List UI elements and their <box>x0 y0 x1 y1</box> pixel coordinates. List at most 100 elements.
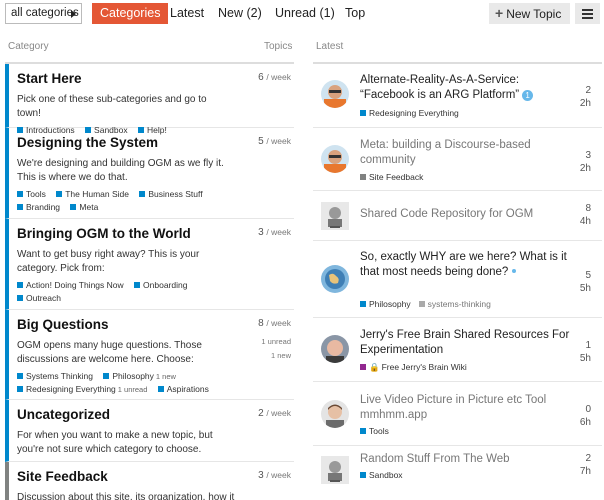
tab-top[interactable]: Top <box>345 3 365 24</box>
topic-tag[interactable]: systems-thinking <box>428 299 491 309</box>
topics-column-header: Topics <box>264 41 293 52</box>
topic-row[interactable]: Shared Code Repository for OGM 8 4h <box>313 191 602 241</box>
category-description: Discussion about this site, its organiza… <box>17 492 235 500</box>
topics-per-week: 2 / week <box>258 408 291 419</box>
new-topic-dot <box>512 269 517 273</box>
subcategory-philosophy[interactable]: Philosophy 1 new <box>103 370 176 383</box>
activity-age[interactable]: 5h <box>580 282 591 295</box>
category-name[interactable]: Designing the System <box>17 134 294 152</box>
subcategory-action[interactable]: Action! Doing Things Now <box>17 279 124 292</box>
topic-row[interactable]: So, exactly WHY are we here? What is it … <box>313 241 602 318</box>
topics-per-week: 3 / week <box>258 227 291 238</box>
activity-age[interactable]: 5h <box>580 352 591 365</box>
hamburger-icon <box>582 9 593 11</box>
topic-category[interactable]: Philosophy systems-thinking <box>360 299 491 309</box>
tab-new[interactable]: New (2) <box>218 3 262 24</box>
topic-title[interactable]: Jerry's Free Brain Shared Resources For … <box>360 328 570 358</box>
topics-per-week: 6 / week <box>258 72 291 83</box>
activity-age[interactable]: 2h <box>580 97 591 110</box>
category-description: We're designing and building OGM as we f… <box>17 158 224 183</box>
topic-title[interactable]: Shared Code Repository for OGM <box>360 207 570 222</box>
category-uncategorized[interactable]: Uncategorized For when you want to make … <box>5 400 294 462</box>
subcategory-outreach[interactable]: Outreach <box>17 292 61 305</box>
latest-topic-list: Alternate-Reality-As-A-Service: “Faceboo… <box>313 62 602 494</box>
activity-age[interactable]: 7h <box>580 465 591 478</box>
topic-stats: 2 7h <box>580 452 591 478</box>
category-big-questions[interactable]: Big Questions OGM opens many huge questi… <box>5 310 294 400</box>
subcategory-the-human-side[interactable]: The Human Side <box>56 188 129 201</box>
plus-icon: + <box>495 5 504 21</box>
topic-title[interactable]: Live Video Picture in Picture etc Tool m… <box>360 393 570 423</box>
subcategory-aspirations[interactable]: Aspirations <box>157 383 209 396</box>
subcategory-business-stuff[interactable]: Business Stuff <box>139 188 203 201</box>
sketch-portrait-icon <box>321 456 349 484</box>
category-description: Pick one of these sub-categories and go … <box>17 94 207 119</box>
category-bringing-ogm-to-the-world[interactable]: Bringing OGM to the World Want to get bu… <box>5 219 294 310</box>
topic-title[interactable]: So, exactly WHY are we here? What is it … <box>360 250 570 280</box>
topic-row[interactable]: Live Video Picture in Picture etc Tool m… <box>313 382 602 446</box>
topic-row[interactable]: Alternate-Reality-As-A-Service: “Faceboo… <box>313 64 602 128</box>
category-name[interactable]: Site Feedback <box>17 468 294 486</box>
subcategory-meta[interactable]: Meta <box>70 201 98 214</box>
subcategory-tools[interactable]: Tools <box>17 188 46 201</box>
category-new-count[interactable]: 1 new <box>271 351 291 360</box>
subcategory-onboarding[interactable]: Onboarding <box>134 279 187 292</box>
activity-age[interactable]: 4h <box>580 215 591 228</box>
subcategory-redesigning-everything[interactable]: Redesigning Everything 1 unread <box>17 383 147 396</box>
topic-category[interactable]: 🔒 Free Jerry's Brain Wiki <box>360 362 467 373</box>
reply-count: 2 <box>585 85 591 96</box>
subcategory-branding[interactable]: Branding <box>17 201 60 214</box>
topic-title[interactable]: Random Stuff From The Web <box>360 452 570 467</box>
reply-count: 2 <box>585 453 591 464</box>
avatar[interactable] <box>321 400 349 428</box>
topic-category[interactable]: Tools <box>360 426 389 436</box>
category-dropdown[interactable]: all categories <box>5 3 82 24</box>
hamburger-menu-button[interactable] <box>575 3 600 24</box>
category-designing-the-system[interactable]: Designing the System We're designing and… <box>5 128 294 219</box>
topic-category[interactable]: Sandbox <box>360 470 403 480</box>
topic-title[interactable]: Alternate-Reality-As-A-Service: “Faceboo… <box>360 73 570 103</box>
topic-row[interactable]: Random Stuff From The Web Sandbox 2 7h <box>313 446 602 494</box>
topic-category[interactable]: Site Feedback <box>360 172 423 182</box>
category-unread-count[interactable]: 1 unread <box>261 337 291 346</box>
avatar[interactable] <box>321 335 349 363</box>
topic-stats: 2 2h <box>580 84 591 110</box>
avatar[interactable] <box>321 145 349 173</box>
reply-count: 1 <box>585 340 591 351</box>
tab-categories[interactable]: Categories <box>92 3 169 24</box>
category-list: Start Here Pick one of these sub-categor… <box>5 62 294 500</box>
category-name[interactable]: Big Questions <box>17 316 294 334</box>
avatar[interactable] <box>321 202 349 230</box>
category-start-here[interactable]: Start Here Pick one of these sub-categor… <box>5 64 294 135</box>
subcategory-list: Tools The Human Side Business Stuff Bran… <box>17 188 237 214</box>
category-description: Want to get busy right away? This is you… <box>17 249 200 274</box>
orange-shirt-man-icon <box>321 80 349 108</box>
topic-title[interactable]: Meta: building a Discourse-based communi… <box>360 138 570 168</box>
tab-latest[interactable]: Latest <box>170 3 204 24</box>
globe-avatar-icon <box>321 265 349 293</box>
tab-unread[interactable]: Unread (1) <box>275 3 335 24</box>
topic-row[interactable]: Meta: building a Discourse-based communi… <box>313 128 602 191</box>
bald-man-icon <box>321 335 349 363</box>
reply-count: 3 <box>585 150 591 161</box>
activity-age[interactable]: 6h <box>580 416 591 429</box>
topics-per-week: 3 / week <box>258 470 291 481</box>
subcategory-systems-thinking[interactable]: Systems Thinking <box>17 370 93 383</box>
topic-stats: 8 4h <box>580 202 591 228</box>
topic-category[interactable]: Redesigning Everything <box>360 108 459 118</box>
topic-stats: 1 5h <box>580 339 591 365</box>
unread-count[interactable]: 1 unread <box>118 385 148 394</box>
category-site-feedback[interactable]: Site Feedback Discussion about this site… <box>5 462 294 500</box>
category-name[interactable]: Start Here <box>17 70 294 88</box>
avatar[interactable] <box>321 456 349 484</box>
new-topic-button[interactable]: + New Topic <box>489 3 570 24</box>
activity-age[interactable]: 2h <box>580 162 591 175</box>
avatar[interactable] <box>321 265 349 293</box>
avatar[interactable] <box>321 80 349 108</box>
new-count[interactable]: 1 new <box>156 372 176 381</box>
category-name[interactable]: Bringing OGM to the World <box>17 225 294 243</box>
category-column-header: Category <box>8 41 49 52</box>
unread-badge[interactable]: 1 <box>522 90 534 101</box>
category-name[interactable]: Uncategorized <box>17 406 294 424</box>
topic-row[interactable]: Jerry's Free Brain Shared Resources For … <box>313 318 602 382</box>
